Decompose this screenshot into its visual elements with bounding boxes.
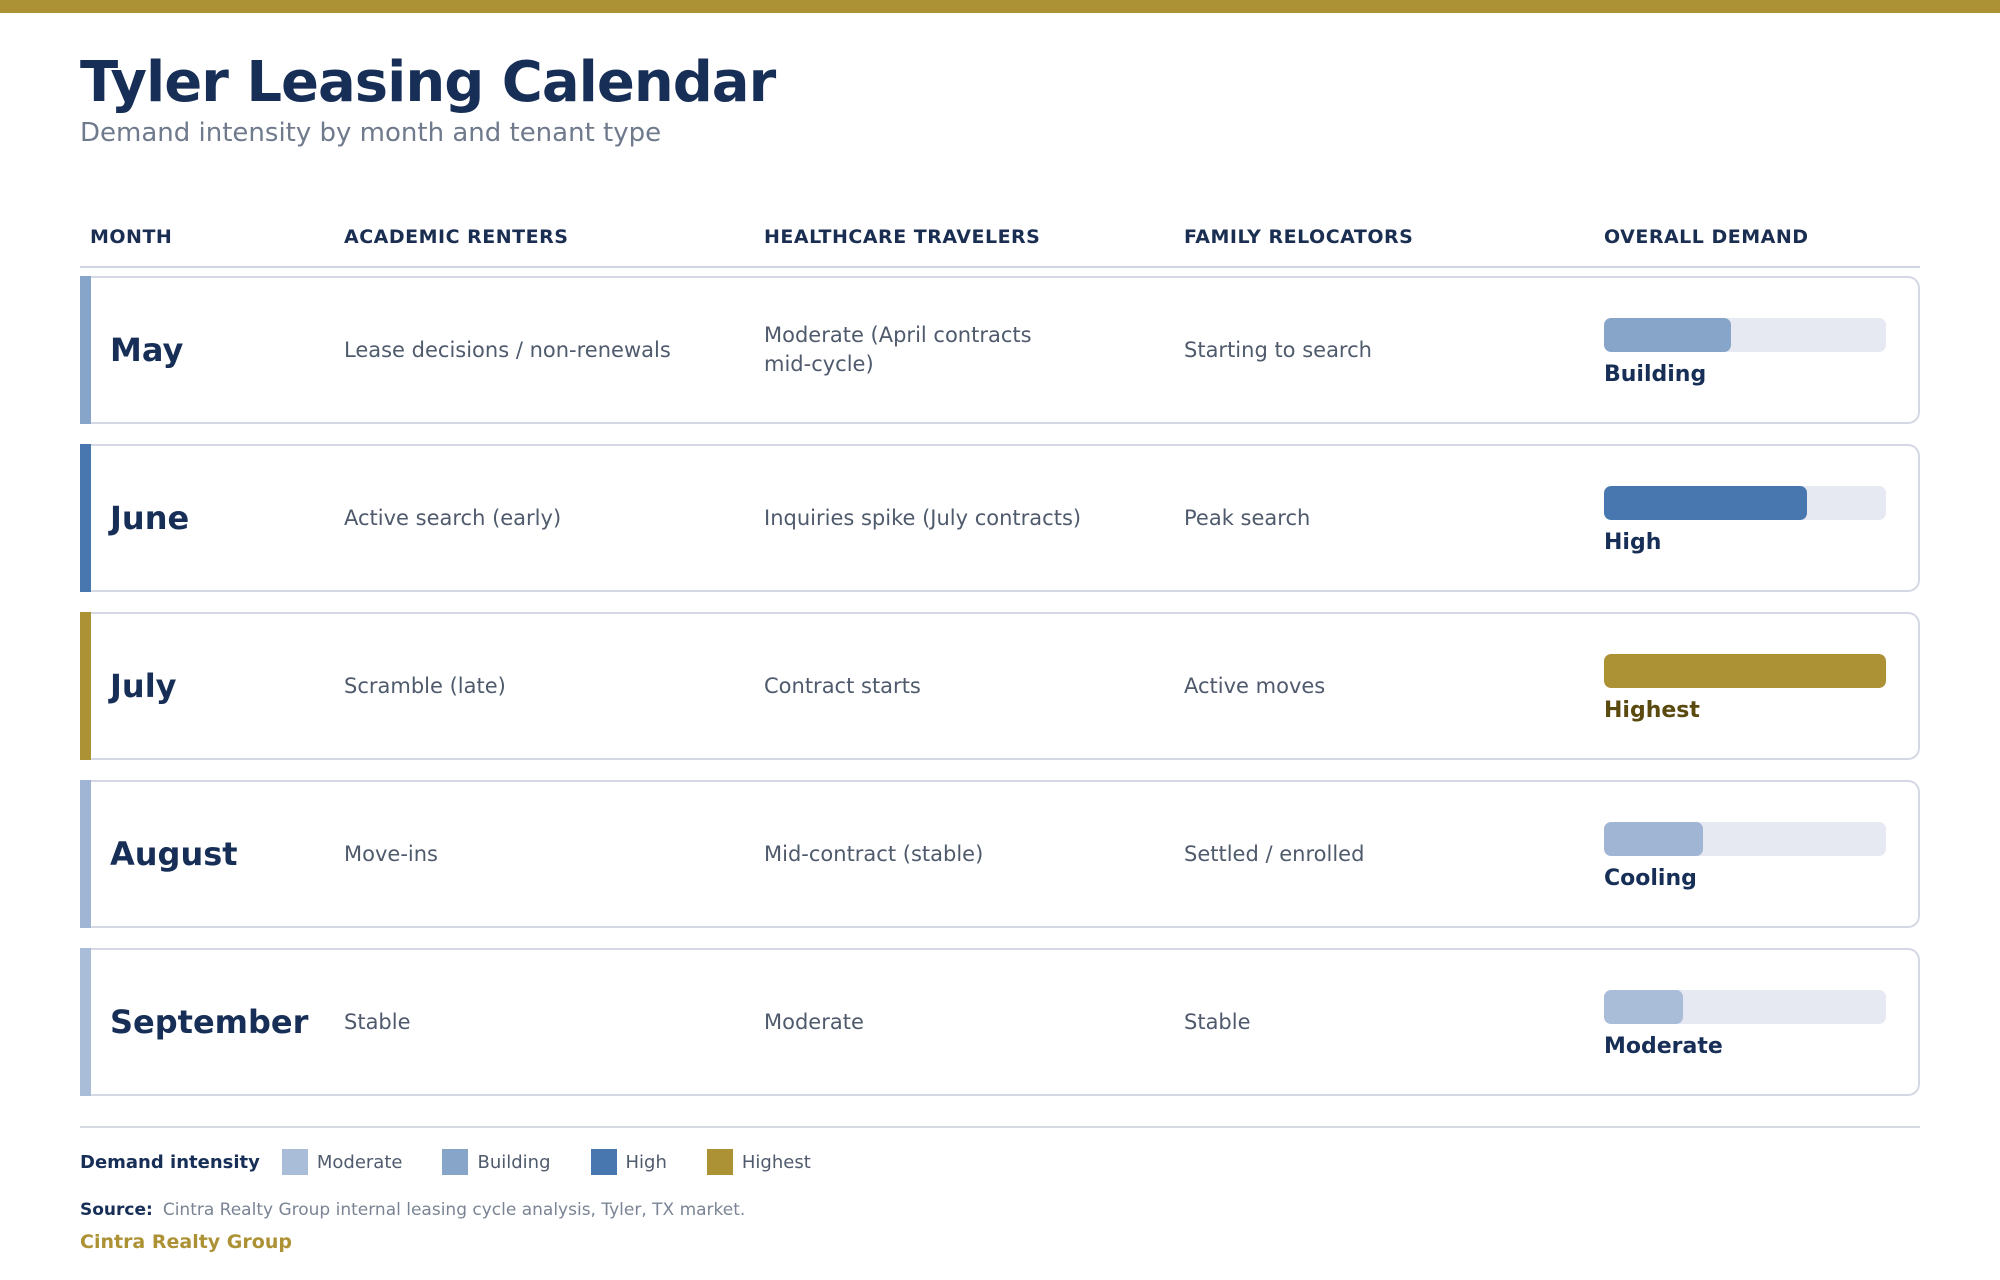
table-row: May Lease decisions / non-renewals Moder… (80, 276, 1920, 424)
academic-renters-cell: Move-ins (344, 841, 438, 866)
demand-level-label: Moderate (1604, 1034, 1723, 1059)
demand-bar-fill (1604, 486, 1808, 520)
demand-bar-track (1604, 486, 1886, 520)
row-accent-stripe (80, 948, 91, 1096)
month-label: September (110, 1003, 309, 1041)
source-text: Cintra Realty Group internal leasing cyc… (162, 1200, 746, 1220)
table-row: August Move-ins Mid-contract (stable) Se… (80, 780, 1920, 928)
legend-label: Moderate (316, 1151, 403, 1173)
demand-level-label: Highest (1604, 698, 1700, 723)
page-subtitle: Demand intensity by month and tenant typ… (80, 118, 662, 148)
brand-name: Cintra Realty Group (80, 1231, 292, 1253)
source-note: Source: Cintra Realty Group internal leas… (80, 1200, 745, 1220)
legend-label: Highest (741, 1151, 811, 1173)
healthcare-travelers-cell: Moderate (April contracts mid-cycle) (764, 323, 1032, 376)
legend-swatch (590, 1149, 617, 1175)
demand-bar-track (1604, 654, 1886, 688)
legend-swatch (706, 1149, 733, 1175)
healthcare-travelers-cell: Inquiries spike (July contracts) (764, 505, 1082, 530)
page-title: Tyler Leasing Calendar (80, 50, 776, 115)
healthcare-travelers-cell: Contract starts (764, 673, 921, 698)
demand-bar-track (1604, 822, 1886, 856)
table-row: September Stable Moderate Stable Moderat… (80, 948, 1920, 1096)
demand-bar-fill (1604, 318, 1731, 352)
table-row: June Active search (early) Inquiries spi… (80, 444, 1920, 592)
demand-bar-fill (1604, 822, 1703, 856)
family-relocators-cell: Peak search (1184, 505, 1311, 530)
row-accent-stripe (80, 780, 91, 928)
legend-item: Building (442, 1149, 551, 1175)
table-row: July Scramble (late) Contract starts Act… (80, 612, 1920, 760)
family-relocators-cell: Starting to search (1184, 337, 1372, 362)
academic-renters-cell: Active search (early) (344, 505, 562, 530)
column-header-family-relocators: FAMILY RELOCATORS (1184, 226, 1414, 248)
family-relocators-cell: Stable (1184, 1009, 1251, 1034)
month-label: May (110, 331, 184, 369)
legend-swatch (281, 1149, 308, 1175)
legend-item: Moderate (281, 1149, 403, 1175)
source-label: Source: (80, 1200, 153, 1220)
legend-swatch (442, 1149, 469, 1175)
month-label: July (110, 667, 177, 705)
legend: Demand intensity Moderate Building High … (80, 1148, 851, 1176)
demand-level-label: High (1604, 530, 1662, 555)
demand-level-label: Building (1604, 362, 1707, 387)
demand-level-label: Cooling (1604, 866, 1697, 891)
healthcare-travelers-cell: Moderate (764, 1009, 864, 1034)
legend-label: Building (477, 1151, 551, 1173)
legend-item: Highest (706, 1149, 811, 1175)
family-relocators-cell: Active moves (1184, 673, 1326, 698)
table-header: MONTH ACADEMIC RENTERS HEALTHCARE TRAVEL… (80, 222, 1920, 268)
legend-label: High (625, 1151, 667, 1173)
demand-bar-fill (1604, 990, 1683, 1024)
row-accent-stripe (80, 612, 91, 760)
demand-bar-track (1604, 318, 1886, 352)
month-label: August (110, 835, 238, 873)
row-accent-stripe (80, 444, 91, 592)
demand-bar-track (1604, 990, 1886, 1024)
academic-renters-cell: Stable (344, 1009, 411, 1034)
legend-title: Demand intensity (80, 1151, 260, 1173)
family-relocators-cell: Settled / enrolled (1184, 841, 1365, 866)
column-header-month: MONTH (90, 226, 173, 248)
month-label: June (110, 499, 190, 537)
column-header-academic-renters: ACADEMIC RENTERS (344, 226, 569, 248)
academic-renters-cell: Lease decisions / non-renewals (344, 337, 671, 362)
column-header-healthcare-travelers: HEALTHCARE TRAVELERS (764, 226, 1041, 248)
legend-item: High (590, 1149, 667, 1175)
row-accent-stripe (80, 276, 91, 424)
healthcare-travelers-cell: Mid-contract (stable) (764, 841, 984, 866)
footer-divider (80, 1126, 1920, 1128)
column-header-overall-demand: OVERALL DEMAND (1604, 226, 1809, 248)
demand-bar-fill (1604, 654, 1886, 688)
top-accent-bar (0, 0, 2000, 13)
academic-renters-cell: Scramble (late) (344, 673, 506, 698)
